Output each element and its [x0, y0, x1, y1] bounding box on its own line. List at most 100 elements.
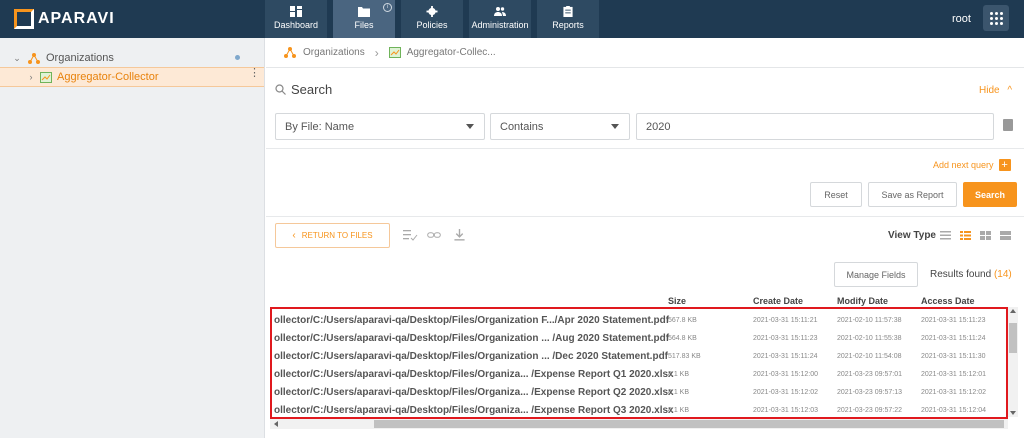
hide-button[interactable]: Hide ^	[979, 85, 1012, 96]
plus-icon: +	[998, 159, 1011, 171]
nav-administration-label: Administration	[471, 20, 529, 30]
column-header-create-date[interactable]: Create Date	[753, 296, 803, 306]
chevron-down-icon[interactable]: ⌄	[12, 53, 22, 64]
apps-grid-icon[interactable]	[983, 5, 1009, 31]
folder-icon	[358, 7, 370, 17]
file-size: 567.8 KB	[668, 316, 697, 324]
create-date: 2021-03-31 15:12:00	[753, 370, 818, 378]
nav-files-label: Files	[354, 20, 374, 30]
logo-mark-icon	[14, 9, 34, 29]
create-date: 2021-03-31 15:12:02	[753, 388, 818, 396]
search-icon	[275, 84, 286, 95]
table-row[interactable]: ollector/C:/Users/aparavi-qa/Desktop/Fil…	[270, 401, 1008, 417]
file-name[interactable]: ollector/C:/Users/aparavi-qa/Desktop/Fil…	[274, 369, 674, 380]
select-list-icon[interactable]	[403, 229, 418, 241]
view-detail-icon[interactable]	[960, 231, 971, 240]
operator-select-value: Contains	[500, 120, 544, 133]
table-row[interactable]: ollector/C:/Users/aparavi-qa/Desktop/Fil…	[270, 311, 1008, 329]
file-size: 564.8 KB	[668, 334, 697, 342]
modify-date: 2021-02-10 11:57:38	[837, 316, 902, 324]
manage-fields-button[interactable]: Manage Fields	[834, 262, 918, 287]
access-date: 2021-03-31 15:11:23	[921, 316, 986, 324]
file-name[interactable]: ollector/C:/Users/aparavi-qa/Desktop/Fil…	[274, 315, 669, 326]
operator-select[interactable]: Contains	[490, 113, 630, 140]
top-bar: APARAVI Dashboard Files i Policies Admin…	[0, 0, 1024, 38]
breadcrumb-current[interactable]: Aggregator-Collec...	[407, 47, 496, 58]
horizontal-scrollbar[interactable]	[270, 419, 1008, 429]
file-name[interactable]: ollector/C:/Users/aparavi-qa/Desktop/Fil…	[274, 405, 674, 416]
scroll-up-icon[interactable]	[1010, 309, 1016, 313]
scroll-thumb[interactable]	[1009, 323, 1017, 353]
results-count: (14)	[993, 269, 1012, 280]
more-vert-icon[interactable]: ⋮	[249, 68, 260, 79]
table-row[interactable]: ollector/C:/Users/aparavi-qa/Desktop/Fil…	[270, 383, 1008, 401]
organization-icon	[284, 47, 296, 58]
scroll-left-icon[interactable]	[274, 421, 278, 427]
nav-reports-label: Reports	[552, 20, 584, 30]
sidebar-item-aggregator-collector[interactable]: › Aggregator-Collector ⋮	[0, 67, 264, 87]
modify-date: 2021-02-10 11:54:08	[837, 352, 902, 360]
access-date: 2021-03-31 15:12:04	[921, 406, 986, 414]
table-row[interactable]: ollector/C:/Users/aparavi-qa/Desktop/Fil…	[270, 329, 1008, 347]
nav-policies[interactable]: Policies	[401, 0, 463, 38]
access-date: 2021-03-31 15:11:30	[921, 352, 986, 360]
chevron-right-icon[interactable]: ›	[26, 72, 36, 82]
file-name[interactable]: ollector/C:/Users/aparavi-qa/Desktop/Fil…	[274, 387, 674, 398]
nav-files[interactable]: Files i	[333, 0, 395, 38]
logo-text: APARAVI	[38, 10, 115, 27]
nav-dashboard[interactable]: Dashboard	[265, 0, 327, 38]
file-size: 8.1 KB	[668, 406, 690, 414]
chevron-up-icon: ^	[1007, 85, 1013, 96]
reset-button[interactable]: Reset	[810, 182, 862, 207]
create-date: 2021-03-31 15:11:23	[753, 334, 818, 342]
create-date: 2021-03-31 15:12:03	[753, 406, 818, 414]
info-icon[interactable]: i	[383, 3, 392, 12]
column-header-modify-date[interactable]: Modify Date	[837, 296, 888, 306]
collector-icon	[40, 71, 52, 83]
modify-date: 2021-03-23 09:57:01	[837, 370, 902, 378]
modify-date: 2021-03-23 09:57:22	[837, 406, 902, 414]
column-header-access-date[interactable]: Access Date	[921, 296, 975, 306]
chevron-left-icon: ‹	[292, 230, 296, 241]
aparavi-logo[interactable]: APARAVI	[14, 9, 115, 29]
return-to-files-button[interactable]: ‹ RETURN TO FILES	[275, 223, 390, 248]
nav-reports[interactable]: Reports	[537, 0, 599, 38]
create-date: 2021-03-31 15:11:21	[753, 316, 818, 324]
field-select-value: By File: Name	[285, 120, 355, 133]
table-row[interactable]: ollector/C:/Users/aparavi-qa/Desktop/Fil…	[270, 365, 1008, 383]
column-header-size[interactable]: Size	[668, 296, 686, 306]
view-tiles-icon[interactable]	[1000, 231, 1011, 240]
nav-administration[interactable]: Administration	[469, 0, 531, 38]
access-date: 2021-03-31 15:11:24	[921, 334, 986, 342]
scroll-thumb[interactable]	[374, 420, 1004, 428]
scroll-down-icon[interactable]	[1010, 411, 1016, 415]
file-size: 8.1 KB	[668, 370, 690, 378]
vertical-scrollbar[interactable]	[1008, 307, 1018, 417]
search-value-text: 2020	[646, 120, 671, 133]
view-list-icon[interactable]	[940, 231, 951, 240]
search-header: Search	[275, 82, 332, 97]
user-name[interactable]: root	[952, 13, 971, 25]
results-found-label: Results found	[930, 269, 992, 280]
add-next-query-button[interactable]: Add next query +	[933, 159, 1011, 171]
search-value-input[interactable]: 2020	[636, 113, 994, 140]
results-found: Results found (14)	[930, 269, 1012, 280]
table-row[interactable]: ollector/C:/Users/aparavi-qa/Desktop/Fil…	[270, 347, 1008, 365]
trash-icon[interactable]	[1003, 119, 1013, 131]
users-icon	[494, 7, 506, 16]
link-icon[interactable]	[427, 229, 441, 241]
sidebar-item-organizations[interactable]: ⌄ Organizations	[0, 48, 264, 68]
search-button[interactable]: Search	[963, 182, 1017, 207]
dropdown-arrow-icon	[466, 124, 474, 129]
view-grid-icon[interactable]	[980, 231, 991, 240]
file-size: 8.1 KB	[668, 388, 690, 396]
breadcrumb-organizations[interactable]: Organizations	[303, 47, 365, 58]
breadcrumb: Organizations › Aggregator-Collec...	[266, 38, 1024, 68]
download-icon[interactable]	[453, 229, 466, 241]
file-name[interactable]: ollector/C:/Users/aparavi-qa/Desktop/Fil…	[274, 333, 669, 344]
hide-label: Hide	[979, 85, 1000, 96]
file-name[interactable]: ollector/C:/Users/aparavi-qa/Desktop/Fil…	[274, 351, 668, 362]
save-as-report-button[interactable]: Save as Report	[868, 182, 957, 207]
field-select[interactable]: By File: Name	[275, 113, 485, 140]
create-date: 2021-03-31 15:11:24	[753, 352, 818, 360]
